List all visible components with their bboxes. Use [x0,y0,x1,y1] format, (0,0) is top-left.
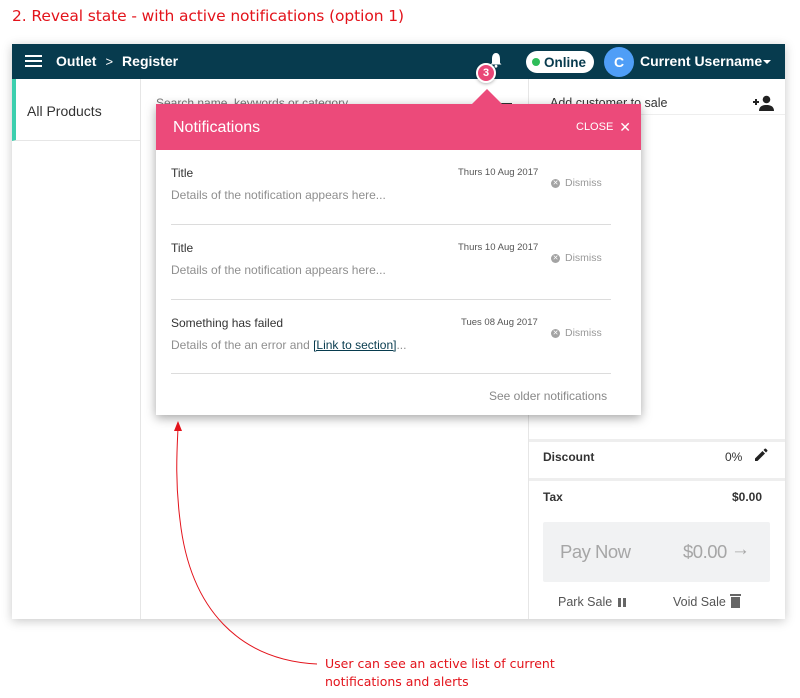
online-dot-icon [532,58,540,66]
trash-icon [729,594,741,608]
dismiss-button[interactable]: ✕ Dismiss [551,177,602,189]
dismiss-label: Dismiss [565,327,602,339]
notification-date: Thurs 10 Aug 2017 [458,242,539,253]
avatar[interactable]: C [604,47,634,77]
pay-now-label: Pay Now [560,541,631,562]
notifications-panel: Notifications CLOSE ✕ Title Thurs 10 Aug… [156,89,641,415]
void-sale-label: Void Sale [673,595,726,609]
see-older-notifications-link[interactable]: See older notifications [489,389,607,403]
discount-label: Discount [543,450,595,464]
notification-date: Tues 08 Aug 2017 [461,317,538,328]
page-caption: 2. Reveal state - with active notificati… [12,7,404,25]
sidebar-item-all-products[interactable]: All Products [12,79,141,141]
notifications-title: Notifications [173,119,261,136]
close-button[interactable]: CLOSE ✕ [576,118,632,135]
breadcrumb: Outlet > Register [56,53,178,69]
breadcrumb-register: Register [122,53,179,69]
dismiss-label: Dismiss [565,177,602,189]
dismiss-icon: ✕ [551,253,560,263]
notification-item: Something has failed Tues 08 Aug 2017 De… [171,300,611,374]
discount-row: Discount 0% [529,442,785,478]
pay-now-amount: $0.00 [683,541,727,562]
tax-value: $0.00 [732,490,763,504]
username[interactable]: Current Username [640,53,762,69]
notification-detail: Details of the notification appears here… [171,263,386,277]
notifications-header: Notifications CLOSE ✕ [156,104,641,150]
dismiss-label: Dismiss [565,252,602,264]
void-sale-button[interactable]: Void Sale [673,594,741,609]
close-label: CLOSE [576,121,614,133]
breadcrumb-outlet[interactable]: Outlet [56,53,96,69]
online-status-label: Online [544,54,587,70]
pause-icon [618,597,627,607]
pay-now-button[interactable]: Pay Now $0.00 → [543,522,770,582]
sidebar: All Products [12,79,141,619]
dismiss-button[interactable]: ✕ Dismiss [551,252,602,264]
close-icon: ✕ [619,118,632,135]
park-sale-label: Park Sale [558,595,613,609]
caret-down-icon[interactable] [763,60,771,64]
notification-item: Title Thurs 10 Aug 2017 Details of the n… [171,225,611,300]
notification-detail: Details of the an error and [Link to sec… [171,338,406,352]
dismiss-button[interactable]: ✕ Dismiss [551,327,602,339]
arrow-right-icon: → [731,539,750,560]
online-status-badge: Online [526,51,595,73]
notification-title: Title [171,166,194,180]
breadcrumb-separator: > [105,53,114,69]
detail-prefix: Details of the an error and [171,338,314,352]
add-person-icon[interactable] [753,95,775,111]
dismiss-icon: ✕ [551,328,560,338]
tax-label: Tax [543,490,563,504]
detail-suffix: ... [396,338,407,352]
notification-title: Title [171,241,194,255]
section-link[interactable]: [Link to section] [313,338,396,352]
notification-count-badge[interactable]: 3 [476,63,496,83]
discount-value: 0% [725,450,743,464]
notification-item: Title Thurs 10 Aug 2017 Details of the n… [171,150,611,225]
notification-title: Something has failed [171,316,284,330]
annotation-text: User can see an active list of current n… [325,656,555,689]
notification-date: Thurs 10 Aug 2017 [458,167,539,178]
hamburger-icon[interactable] [25,55,42,68]
dismiss-icon: ✕ [551,178,560,188]
notifications-pointer [472,89,502,104]
notification-detail: Details of the notification appears here… [171,188,386,202]
park-sale-button[interactable]: Park Sale [558,595,627,609]
pencil-icon[interactable] [754,448,768,462]
divider [529,478,785,481]
top-bar: Outlet > Register Online C Current Usern… [12,44,785,79]
sidebar-item-label: All Products [27,103,102,119]
